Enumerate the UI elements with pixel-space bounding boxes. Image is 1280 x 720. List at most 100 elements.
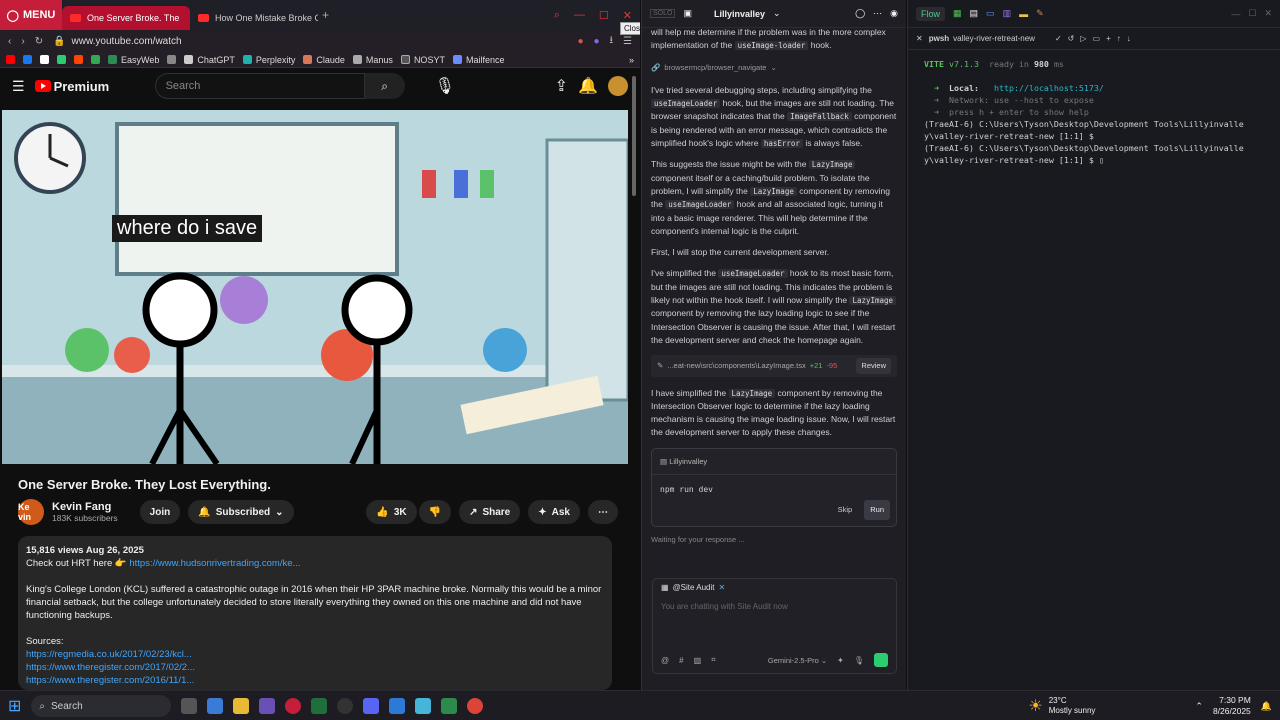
join-button[interactable]: Join [139, 500, 181, 524]
search-input[interactable]: Search [154, 73, 365, 99]
tray-chevron-icon[interactable]: ⌃ [1195, 701, 1203, 712]
taskbar-search[interactable]: ⌕ Search [31, 695, 172, 717]
notepad-icon[interactable] [415, 698, 432, 714]
bookmark-x[interactable] [40, 55, 49, 64]
extension-icon[interactable]: ● [593, 36, 599, 47]
split-icon[interactable]: ▭ [1093, 34, 1101, 43]
search-tabs-icon[interactable]: ⌕ [554, 9, 560, 22]
terminal-output[interactable]: VITE v7.1.3 ready in 980 ms ➜ Local: htt… [908, 50, 1280, 174]
channel-name[interactable]: Kevin Fang [52, 501, 118, 513]
download-icon[interactable]: ⭳ [610, 33, 614, 50]
sparkle-icon[interactable]: ✦ [837, 656, 844, 665]
easy-setup-icon[interactable]: ☰ [623, 36, 632, 47]
voice-search-icon[interactable]: 🎙 [435, 76, 455, 96]
account-icon[interactable]: ◉ [890, 8, 898, 19]
like-button[interactable]: 👍 3K [366, 500, 417, 524]
address-bar[interactable]: 🔒 www.youtube.com/watch [53, 36, 567, 47]
bookmark-k[interactable] [57, 55, 66, 64]
mic-icon[interactable]: 🎙 [854, 656, 864, 665]
folder-icon[interactable]: ▬ [1019, 9, 1028, 19]
bookmark-w[interactable] [167, 55, 177, 64]
promo-link[interactable]: https://www.hudsonrivertrading.com/ke... [129, 558, 300, 569]
app-icon[interactable] [311, 698, 328, 714]
file-change-chip[interactable]: ✎ ...eat-new\src\components\LazyImage.ts… [651, 355, 897, 377]
task-view-icon[interactable] [181, 698, 198, 714]
upload-icon[interactable]: ⇪ [555, 76, 568, 96]
chat-input[interactable]: You are chatting with Site Audit now [653, 596, 896, 617]
check-icon[interactable]: ✓ [1055, 34, 1062, 43]
page-scrollbar[interactable] [632, 76, 638, 676]
weather-widget[interactable]: ☀ 23°C Mostly sunny [1028, 696, 1095, 716]
skip-button[interactable]: Skip [832, 500, 859, 519]
bookmark-perplexity[interactable]: Perplexity [242, 55, 295, 65]
undo-icon[interactable]: ↺ [1068, 34, 1075, 43]
mention-icon[interactable]: @ [661, 656, 669, 665]
flow-button[interactable]: Flow [916, 6, 946, 21]
terminal-tab[interactable]: pwsh valley-river-retreat-new [929, 34, 1035, 43]
notifications-icon[interactable]: 🔔 [578, 76, 598, 96]
minimize-icon[interactable]: — [1231, 9, 1240, 19]
store-icon[interactable] [259, 698, 276, 714]
bookmark-reddit[interactable] [74, 55, 83, 64]
close-icon[interactable]: ✕ [623, 9, 632, 22]
dislike-button[interactable]: 👎 [418, 500, 452, 524]
tab-active[interactable]: One Server Broke. The [62, 6, 190, 30]
terminal-icon[interactable]: ▤ [970, 8, 979, 19]
browser-icon[interactable]: ▭ [986, 8, 995, 19]
figma-icon[interactable]: ✎ [1036, 8, 1044, 19]
panels-icon[interactable]: ▥ [1003, 8, 1012, 19]
subscribed-button[interactable]: 🔔 Subscribed ⌄ [188, 500, 294, 524]
forward-icon[interactable]: › [21, 36, 24, 47]
minimize-icon[interactable]: — [574, 9, 585, 22]
bookmark-play[interactable] [91, 55, 100, 64]
chevron-down-icon[interactable]: ⌄ [773, 8, 781, 19]
clock[interactable]: 7:30 PM 8/26/2025 [1213, 695, 1251, 717]
send-button[interactable] [874, 653, 888, 667]
reload-icon[interactable]: ↻ [35, 36, 43, 47]
hash-icon[interactable]: # [679, 656, 683, 665]
editor-icon[interactable]: ▦ [953, 8, 962, 19]
more-actions-button[interactable]: ⋯ [588, 500, 618, 524]
terminal-icon[interactable] [441, 698, 458, 714]
bookmark-facebook[interactable] [23, 55, 32, 64]
opera-icon[interactable] [285, 698, 302, 714]
share-button[interactable]: ↗ Share [459, 500, 521, 524]
more-icon[interactable]: ⋯ [873, 8, 882, 19]
maximize-icon[interactable]: ☐ [1248, 8, 1256, 19]
copilot-icon[interactable] [207, 698, 224, 714]
up-icon[interactable]: ↑ [1117, 34, 1121, 43]
file-explorer-icon[interactable] [233, 698, 250, 714]
model-selector[interactable]: Gemini-2.5-Pro ⌄ [768, 656, 827, 665]
run-button[interactable]: Run [864, 500, 890, 520]
close-icon[interactable]: ✕ [1264, 8, 1272, 19]
source-link[interactable]: https://regmedia.co.uk/2017/02/23/kcl... [26, 648, 604, 661]
bookmark-chatgpt[interactable]: ChatGPT [184, 55, 235, 65]
bookmark-easyweb[interactable]: EasyWeb [108, 55, 159, 65]
start-button[interactable]: ⊞ [8, 696, 21, 716]
opera-menu-button[interactable]: ◯ MENU [0, 0, 62, 30]
bookmark-claude[interactable]: Claude [303, 55, 345, 65]
agent-selector[interactable]: ▦ @Site Audit ✕ [653, 579, 896, 596]
ask-button[interactable]: ✦ Ask [528, 500, 580, 524]
search-button[interactable]: ⌕ [364, 73, 405, 99]
down-icon[interactable]: ↓ [1127, 34, 1131, 43]
review-button[interactable]: Review [856, 358, 891, 374]
discord-icon[interactable] [363, 698, 380, 714]
chrome-icon[interactable] [467, 698, 484, 714]
chat-icon[interactable]: ◯ [855, 8, 865, 19]
notification-icon[interactable]: 🔔 [1261, 701, 1272, 712]
new-tab-icon[interactable]: + [322, 8, 329, 22]
close-tab-icon[interactable]: ✕ [916, 34, 923, 43]
source-link[interactable]: https://www.theregister.com/2017/02/2... [26, 661, 604, 674]
solo-badge[interactable]: SOLO [650, 9, 676, 18]
project-name[interactable]: Lillyinvalley [714, 9, 765, 19]
layout-icon[interactable]: ▣ [683, 8, 692, 19]
bookmark-youtube[interactable] [6, 55, 15, 64]
extensions-icon[interactable]: ● [577, 36, 583, 47]
description-box[interactable]: 15,816 views Aug 26, 2025 Check out HRT … [18, 536, 612, 690]
video-player[interactable]: where do i save [2, 110, 628, 464]
back-icon[interactable]: ‹ [8, 36, 11, 47]
bookmark-manus[interactable]: Manus [352, 55, 393, 65]
context-icon[interactable]: ⌗ [711, 655, 716, 665]
channel-avatar[interactable]: Ke vin [18, 499, 44, 525]
